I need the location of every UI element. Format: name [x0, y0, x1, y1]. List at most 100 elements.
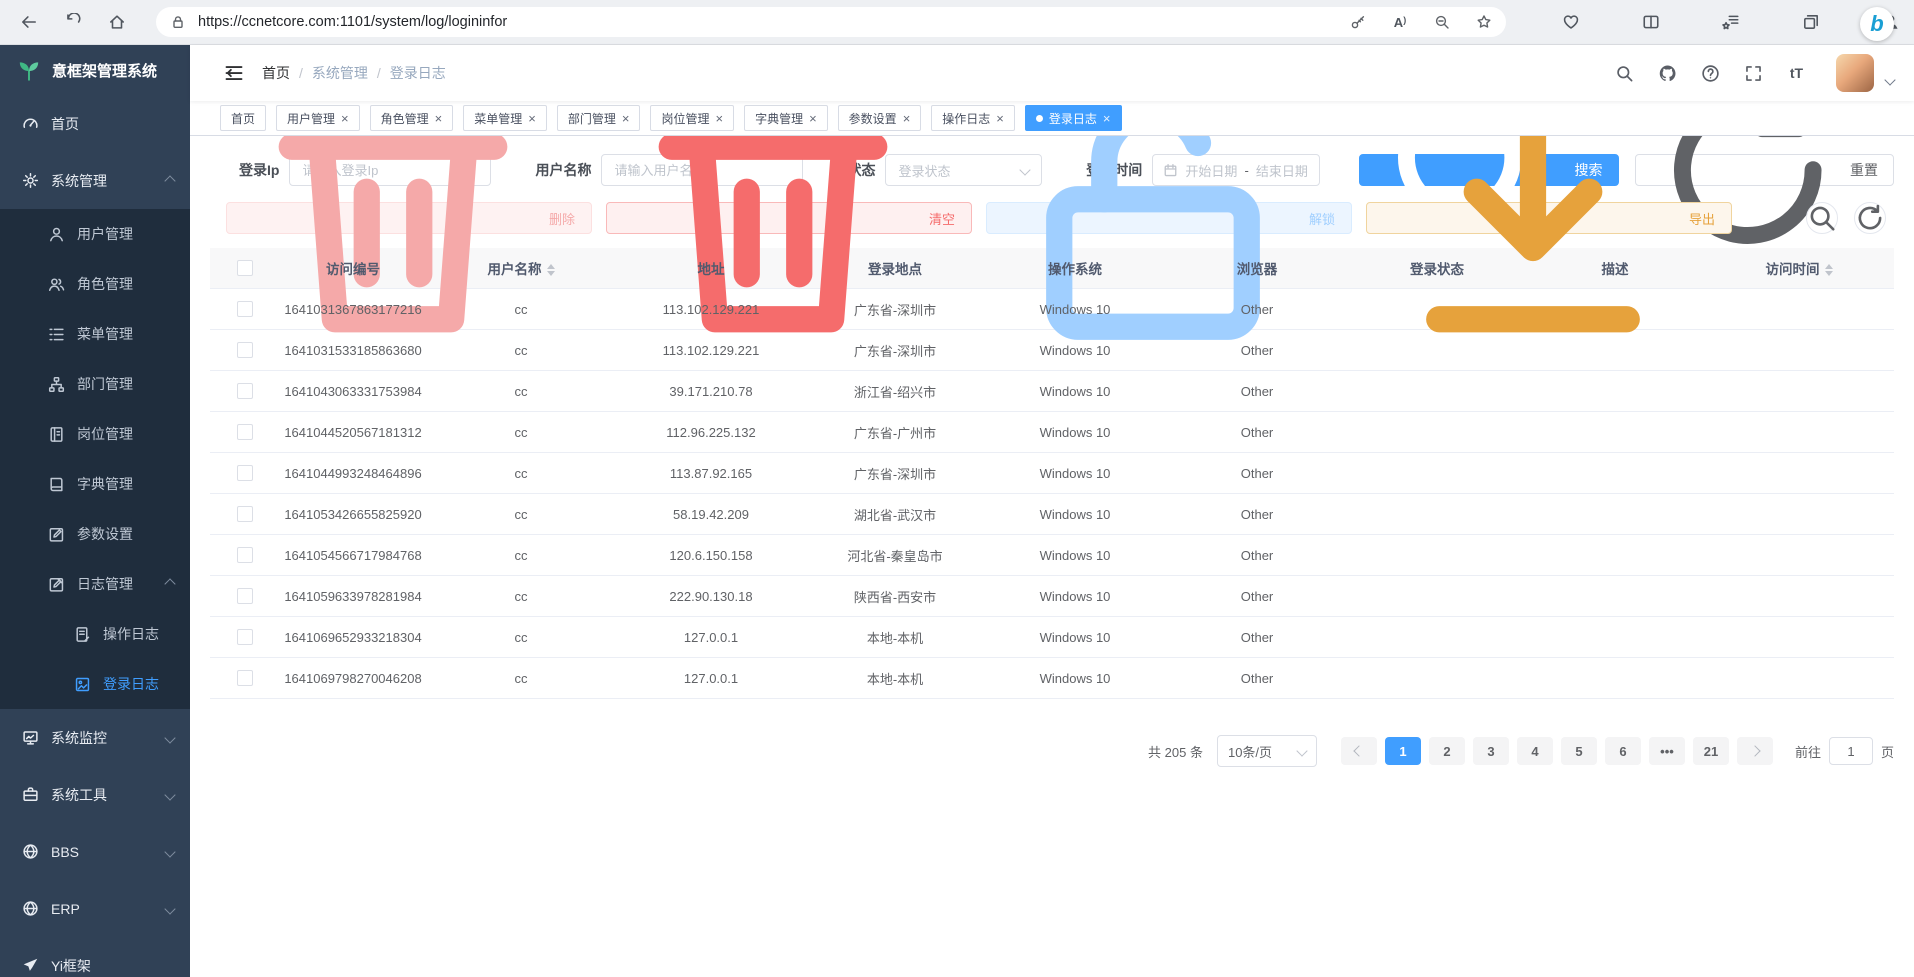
collections-icon[interactable]: [1802, 13, 1820, 31]
pager-ellipsis[interactable]: •••: [1649, 737, 1685, 765]
sidebar-item-post-mgmt[interactable]: 岗位管理: [0, 409, 190, 459]
key-icon[interactable]: [1350, 14, 1366, 30]
sidebar-item-param-settings[interactable]: 参数设置: [0, 509, 190, 559]
refresh-table-button[interactable]: [1854, 202, 1886, 234]
sort-carets-icon[interactable]: [1825, 264, 1833, 276]
breadcrumb: 首页/系统管理/登录日志: [262, 63, 446, 83]
export-button[interactable]: 导出: [1366, 202, 1732, 234]
tab-参数设置[interactable]: 参数设置×: [838, 105, 922, 131]
cell-browser: Other: [1166, 494, 1348, 535]
row-checkbox[interactable]: [237, 629, 253, 645]
row-checkbox[interactable]: [237, 465, 253, 481]
browser-chrome: https://ccnetcore.com:1101/system/log/lo…: [0, 0, 1914, 45]
unlock-button-label: 解锁: [1309, 209, 1335, 228]
sidebar-item-yi-framework[interactable]: Yi框架: [0, 937, 190, 977]
tab-字典管理[interactable]: 字典管理×: [744, 105, 828, 131]
prev-page-button[interactable]: [1341, 737, 1377, 765]
row-checkbox[interactable]: [237, 383, 253, 399]
breadcrumb-item[interactable]: 首页: [262, 63, 290, 83]
sidebar-item-login-log[interactable]: 登录日志: [0, 659, 190, 709]
home-icon[interactable]: [108, 13, 126, 31]
tab-close-icon[interactable]: ×: [996, 112, 1004, 125]
sidebar-item-system[interactable]: 系统管理: [0, 152, 190, 209]
read-aloud-icon[interactable]: A): [1392, 14, 1408, 30]
page-button-4[interactable]: 4: [1517, 737, 1553, 765]
page-unit-label: 页: [1881, 742, 1894, 761]
sidebar-item-log-mgmt[interactable]: 日志管理: [0, 559, 190, 609]
tab-岗位管理[interactable]: 岗位管理×: [650, 105, 734, 131]
tab-close-icon[interactable]: ×: [809, 112, 817, 125]
sidebar-item-user-mgmt[interactable]: 用户管理: [0, 209, 190, 259]
tab-close-icon[interactable]: ×: [1103, 112, 1111, 125]
cell-os: Windows 10: [984, 494, 1166, 535]
row-checkbox[interactable]: [237, 506, 253, 522]
back-icon[interactable]: [20, 13, 38, 31]
sidebar-item-home[interactable]: 首页: [0, 95, 190, 152]
row-checkbox[interactable]: [237, 424, 253, 440]
sidebar-item-tools[interactable]: 系统工具: [0, 766, 190, 823]
url-bar[interactable]: https://ccnetcore.com:1101/system/log/lo…: [156, 7, 1506, 37]
sidebar-item-monitor[interactable]: 系统监控: [0, 709, 190, 766]
tab-close-icon[interactable]: ×: [341, 112, 349, 125]
row-checkbox[interactable]: [237, 588, 253, 604]
row-checkbox[interactable]: [237, 670, 253, 686]
tab-close-icon[interactable]: ×: [528, 112, 536, 125]
tab-close-icon[interactable]: ×: [903, 112, 911, 125]
search-icon[interactable]: [1615, 64, 1634, 83]
page-button-2[interactable]: 2: [1429, 737, 1465, 765]
sidebar-item-role-mgmt[interactable]: 角色管理: [0, 259, 190, 309]
column-header-label: 地址: [698, 262, 725, 277]
url-text[interactable]: https://ccnetcore.com:1101/system/log/lo…: [198, 14, 1350, 30]
avatar-caret-icon[interactable]: [1884, 74, 1895, 85]
reload-icon[interactable]: [64, 13, 82, 31]
github-icon[interactable]: [1658, 64, 1677, 83]
page-button-1[interactable]: 1: [1385, 737, 1421, 765]
tab-首页[interactable]: 首页: [220, 105, 266, 131]
sidebar-item-menu-mgmt[interactable]: 菜单管理: [0, 309, 190, 359]
user-avatar[interactable]: [1836, 54, 1874, 92]
toggle-search-button[interactable]: [1806, 202, 1838, 234]
tab-用户管理[interactable]: 用户管理×: [276, 105, 360, 131]
question-icon[interactable]: [1701, 64, 1720, 83]
page-button-21[interactable]: 21: [1693, 737, 1729, 765]
goto-page-input[interactable]: [1829, 737, 1873, 765]
tab-操作日志[interactable]: 操作日志×: [931, 105, 1015, 131]
split-screen-icon[interactable]: [1642, 13, 1660, 31]
tab-部门管理[interactable]: 部门管理×: [557, 105, 641, 131]
tab-close-icon[interactable]: ×: [622, 112, 630, 125]
cell-id: 1641059633978281984: [280, 576, 426, 617]
cell-os: Windows 10: [984, 535, 1166, 576]
tab-close-icon[interactable]: ×: [715, 112, 723, 125]
sidebar-item-label: ERP: [51, 901, 80, 917]
tab-登录日志[interactable]: 登录日志×: [1025, 105, 1122, 131]
cell-location: 陕西省-西安市: [806, 576, 984, 617]
tab-close-icon[interactable]: ×: [435, 112, 443, 125]
cell-select: [210, 494, 280, 535]
row-checkbox[interactable]: [237, 547, 253, 563]
bing-button[interactable]: b: [1860, 7, 1894, 41]
sidebar-item-erp[interactable]: ERP: [0, 880, 190, 937]
page-size-select[interactable]: 10条/页: [1217, 735, 1317, 767]
sidebar-item-dict-mgmt[interactable]: 字典管理: [0, 459, 190, 509]
tab-菜单管理[interactable]: 菜单管理×: [463, 105, 547, 131]
page-button-3[interactable]: 3: [1473, 737, 1509, 765]
tab-角色管理[interactable]: 角色管理×: [370, 105, 454, 131]
page-button-5[interactable]: 5: [1561, 737, 1597, 765]
favorite-star-icon[interactable]: [1476, 14, 1492, 30]
sort-carets-icon[interactable]: [547, 264, 555, 276]
browser-essentials-icon[interactable]: [1562, 13, 1580, 31]
sidebar-item-bbs[interactable]: BBS: [0, 823, 190, 880]
column-header-label: 用户名称: [488, 262, 542, 277]
page-button-6[interactable]: 6: [1605, 737, 1641, 765]
fullscreen-icon[interactable]: [1744, 64, 1763, 83]
favorites-icon[interactable]: [1722, 13, 1740, 31]
lock-icon: [170, 14, 186, 30]
sidebar-fold-icon[interactable]: [224, 63, 244, 83]
zoom-out-icon[interactable]: [1434, 14, 1450, 30]
globe-icon: [22, 900, 39, 917]
clear-button[interactable]: 清空: [606, 202, 972, 234]
sidebar-item-dept-mgmt[interactable]: 部门管理: [0, 359, 190, 409]
next-page-button[interactable]: [1737, 737, 1773, 765]
font-size-icon[interactable]: tT: [1787, 64, 1806, 83]
sidebar-item-op-log[interactable]: 操作日志: [0, 609, 190, 659]
